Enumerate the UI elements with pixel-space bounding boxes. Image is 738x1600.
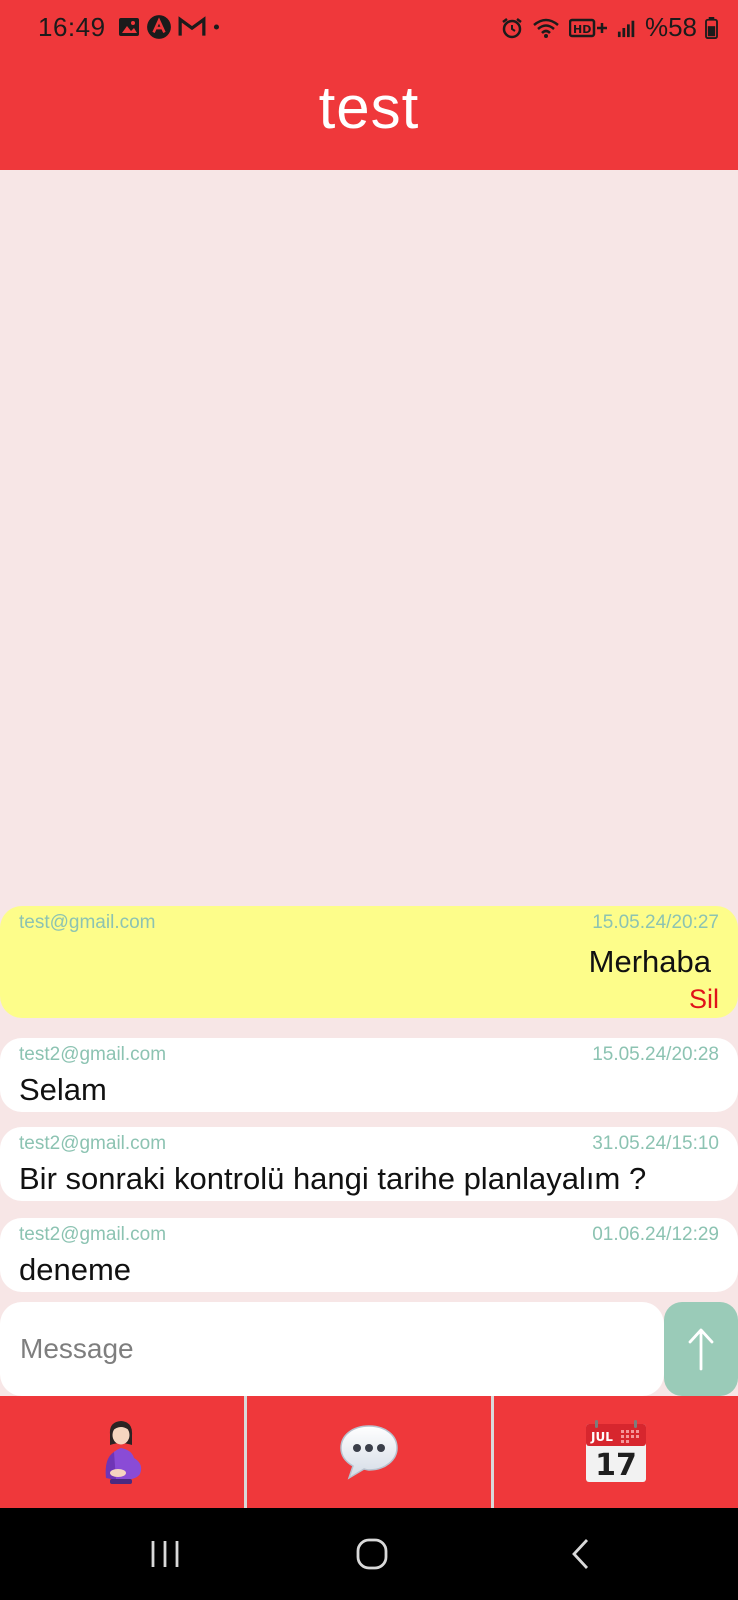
alarm-icon	[502, 17, 522, 38]
svg-text:HD: HD	[573, 23, 591, 36]
tab-messages[interactable]	[244, 1396, 491, 1508]
message-timestamp: 31.05.24/15:10	[592, 1133, 719, 1154]
message-sender: test2@gmail.com	[19, 1133, 167, 1154]
status-time: 16:49	[38, 12, 106, 42]
send-button[interactable]	[664, 1302, 738, 1396]
back-icon[interactable]	[567, 1538, 593, 1570]
message-composer	[0, 1302, 738, 1396]
calendar-month: JUL	[590, 1430, 613, 1444]
notification-icons	[118, 14, 226, 40]
message-timestamp: 15.05.24/20:28	[592, 1044, 719, 1065]
app-notification-icon	[147, 15, 171, 39]
system-nav-bar	[0, 1508, 738, 1600]
system-icons: HD %58	[501, 12, 718, 43]
message-bubble[interactable]: test2@gmail.com 15.05.24/20:28 Selam	[0, 1038, 738, 1112]
delete-message-button[interactable]: Sil	[689, 984, 719, 1015]
battery-icon	[705, 16, 718, 39]
calendar-day: 17	[595, 1448, 637, 1483]
arrow-up-icon	[688, 1328, 714, 1371]
message-text: Selam	[19, 1072, 107, 1107]
message-bubble[interactable]: test2@gmail.com 01.06.24/12:29 deneme	[0, 1218, 738, 1292]
bottom-tab-bar: JUL 17	[0, 1396, 738, 1508]
gallery-icon	[119, 18, 139, 36]
signal-icon	[617, 20, 635, 37]
message-text: deneme	[19, 1252, 132, 1287]
message-input[interactable]	[0, 1302, 664, 1396]
message-text: Merhaba	[588, 944, 711, 979]
recents-icon[interactable]	[148, 1538, 182, 1570]
message-text: Bir sonraki kontrolü hangi tarihe planla…	[19, 1161, 647, 1196]
gmail-icon	[178, 16, 206, 36]
home-icon[interactable]	[355, 1538, 389, 1570]
battery-percentage: %58	[644, 12, 697, 42]
hd-plus-icon: HD	[568, 18, 607, 37]
page-title: test	[318, 74, 420, 141]
speech-bubble-icon	[340, 1425, 398, 1480]
wifi-icon	[533, 18, 559, 38]
message-bubble-own[interactable]: test@gmail.com 15.05.24/20:27 Merhaba Si…	[0, 906, 738, 1018]
tab-calendar[interactable]: JUL 17	[491, 1396, 738, 1508]
message-timestamp: 01.06.24/12:29	[592, 1224, 719, 1245]
message-sender: test2@gmail.com	[19, 1044, 167, 1065]
dot-icon	[213, 24, 219, 30]
message-sender: test2@gmail.com	[19, 1224, 167, 1245]
tab-profile[interactable]	[0, 1396, 244, 1508]
status-bar: 16:49 HD %58	[0, 0, 738, 55]
message-bubble[interactable]: test2@gmail.com 31.05.24/15:10 Bir sonra…	[0, 1127, 738, 1201]
pregnant-woman-icon	[105, 1421, 142, 1484]
message-sender: test@gmail.com	[19, 912, 156, 933]
message-timestamp: 15.05.24/20:27	[592, 912, 719, 933]
calendar-icon: JUL 17	[586, 1420, 646, 1483]
app-header: test	[0, 55, 738, 170]
